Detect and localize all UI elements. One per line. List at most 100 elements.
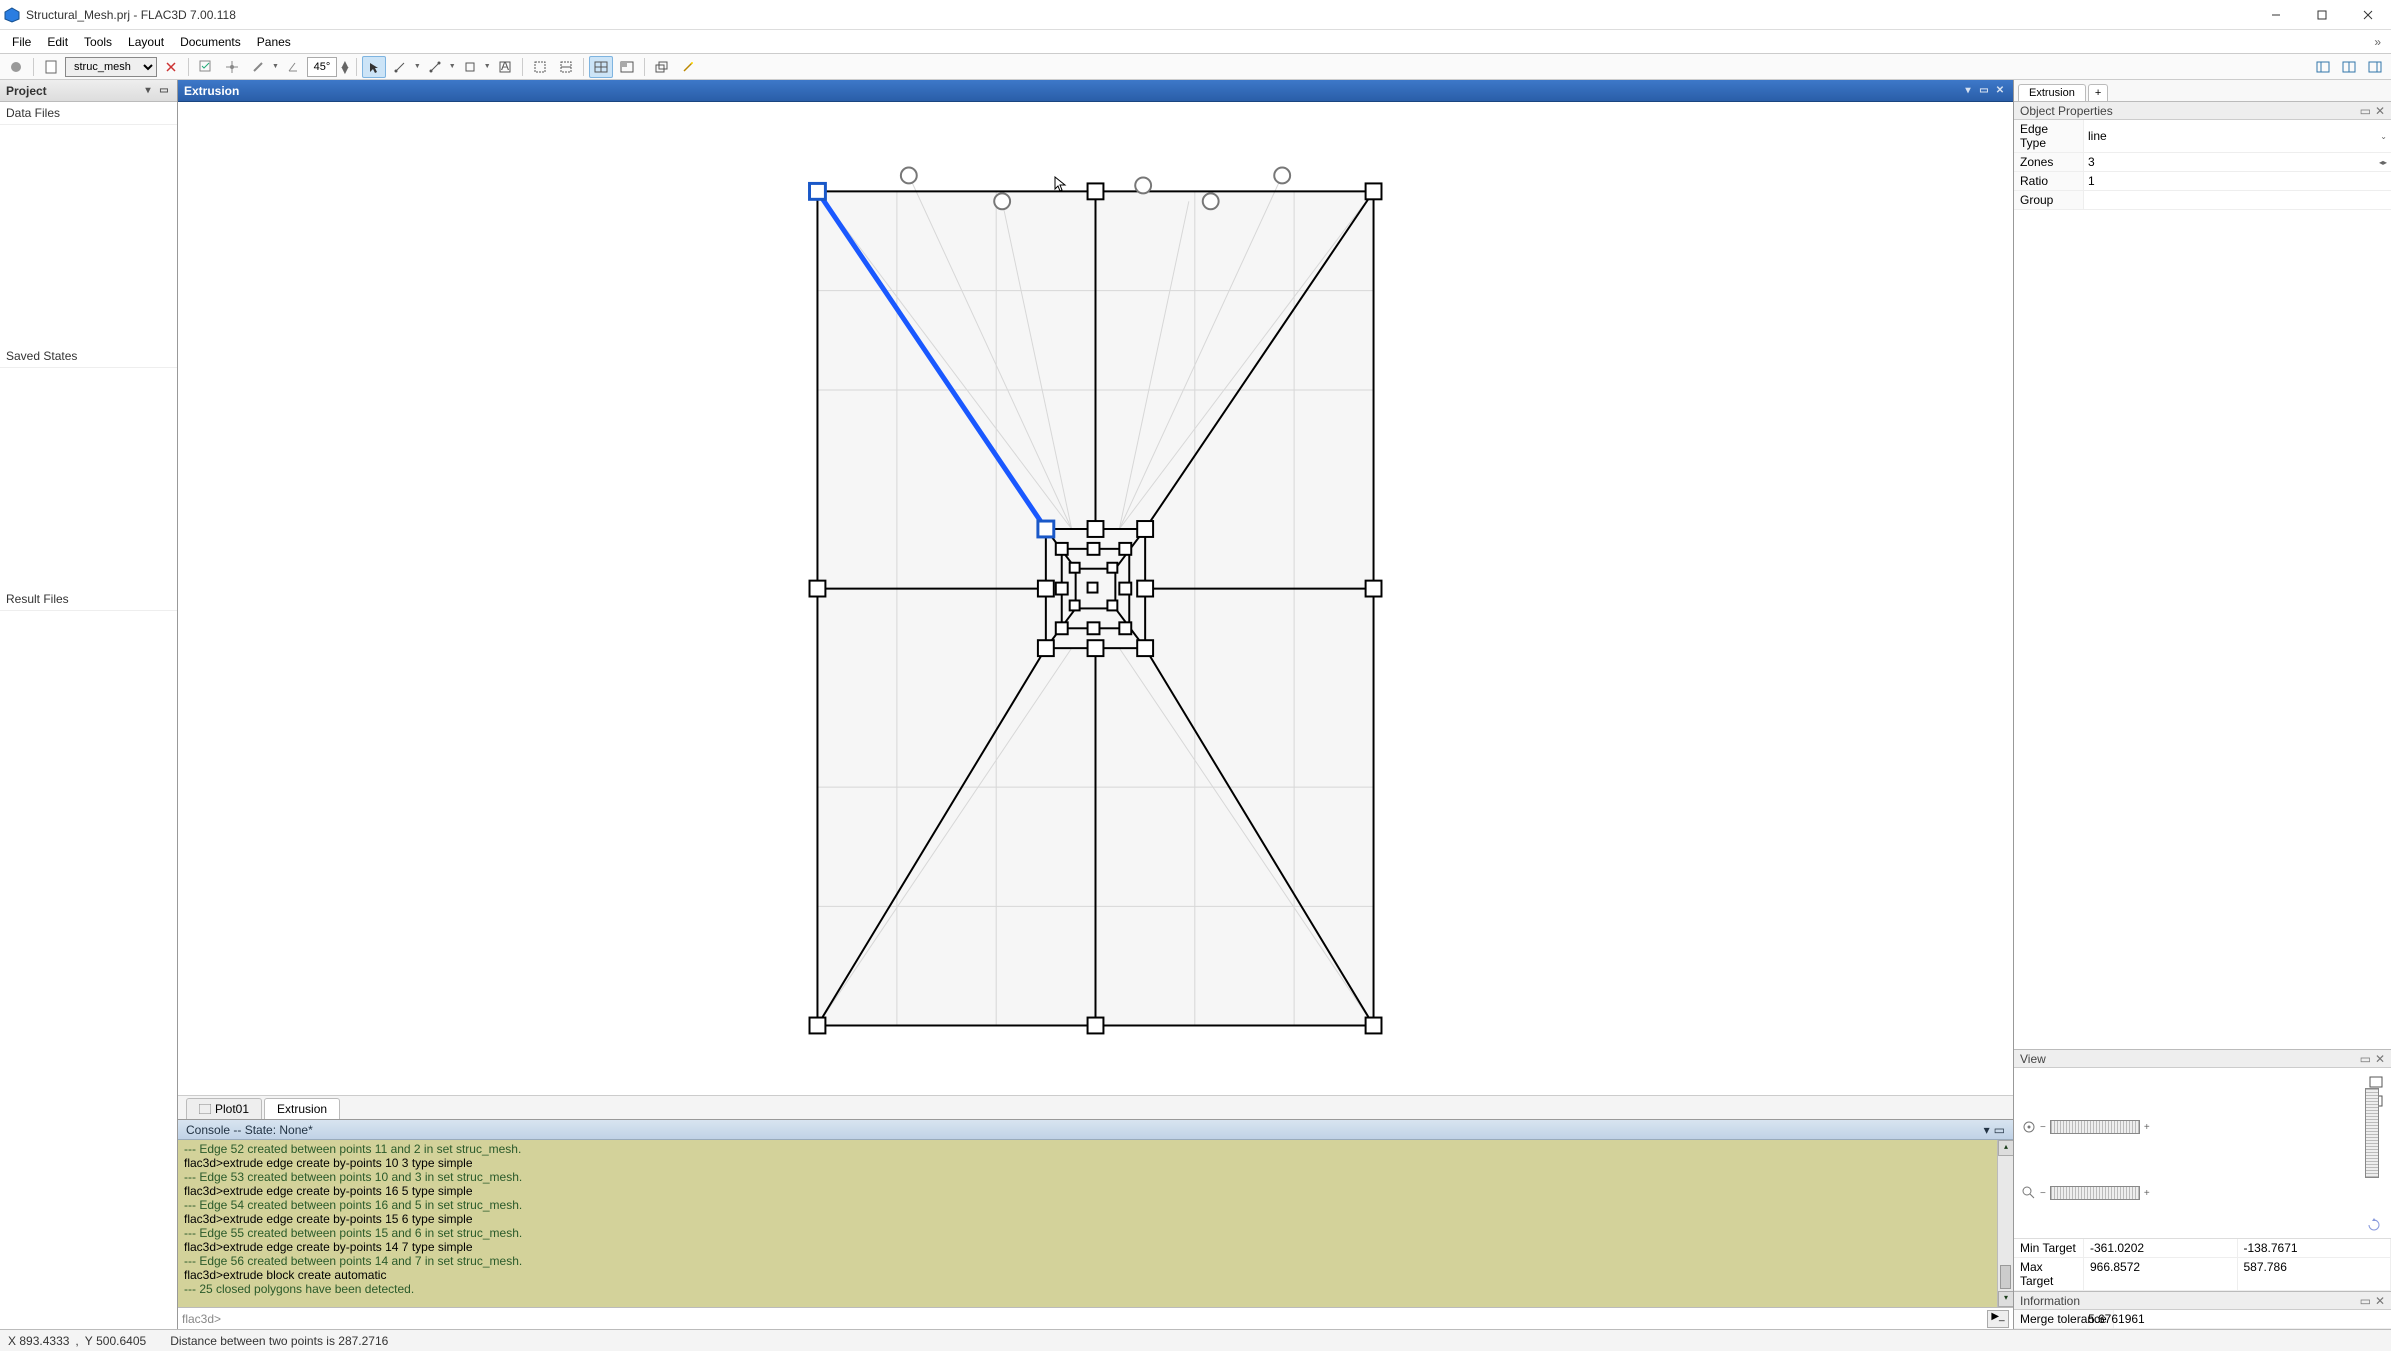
view-header: Extrusion ▾ ▭ ✕ [178,80,2013,102]
pan-icon[interactable] [2022,1120,2036,1134]
x-icon [166,62,176,72]
rotate-icon[interactable] [2367,1218,2381,1232]
close-button[interactable] [2345,0,2391,30]
extrusion-canvas[interactable] [178,102,2013,1095]
close-icon [2363,10,2373,20]
right-tab-add[interactable]: + [2088,84,2108,101]
section-result-files[interactable]: Result Files [0,588,177,611]
console-input[interactable] [225,1312,1983,1326]
prop-zones-value[interactable]: 3◂▸ [2084,153,2391,172]
tab-extrusion[interactable]: Extrusion [264,1098,340,1119]
snap-angle-input[interactable] [307,57,337,77]
block-tool[interactable] [458,56,482,78]
max-target-label: Max Target [2014,1258,2084,1291]
auto-zone-button[interactable] [676,56,700,78]
min-target-y[interactable]: -138.7671 [2238,1239,2391,1258]
info-min-icon[interactable]: ▭ [2360,1294,2371,1308]
set-select[interactable]: struc_mesh [65,57,157,77]
validate-button[interactable] [194,56,218,78]
panel-min-icon[interactable]: ▭ [157,84,171,98]
fit-view-icon[interactable] [2369,1076,2383,1088]
max-target-x[interactable]: 966.8572 [2084,1258,2238,1291]
show-zones-button[interactable] [615,56,639,78]
pan-slider[interactable] [2050,1120,2140,1134]
plot-icon [199,1104,211,1114]
prop-group-value[interactable] [2084,191,2391,210]
snap-edge-button[interactable] [246,56,270,78]
menu-overflow-icon[interactable]: » [2368,35,2387,49]
prop-ratio-label: Ratio [2014,172,2084,191]
new-set-button[interactable] [39,56,63,78]
mesh-icon [594,61,608,73]
menu-documents[interactable]: Documents [172,33,249,51]
block-icon [464,61,476,73]
console-menu-icon[interactable]: ▾ [1984,1123,1990,1137]
delete-set-button[interactable] [159,56,183,78]
view-close-icon[interactable]: ✕ [1993,84,2007,98]
right-tab-extrusion[interactable]: Extrusion [2018,84,2086,101]
layout-b-button[interactable] [2337,56,2361,78]
view-title: Extrusion [184,84,239,98]
select-crossing-button[interactable] [554,56,578,78]
edge-icon [429,61,441,73]
scroll-down-icon[interactable]: ▾ [1998,1291,2013,1307]
min-target-x[interactable]: -361.0202 [2084,1239,2238,1258]
vertical-slider[interactable] [2365,1088,2379,1178]
view-close-icon[interactable]: ✕ [2375,1052,2385,1066]
text-tool[interactable]: A [493,56,517,78]
scroll-thumb[interactable] [2000,1265,2011,1289]
props-min-icon[interactable]: ▭ [2360,104,2371,118]
section-data-files[interactable]: Data Files [0,102,177,125]
view-menu-icon[interactable]: ▾ [1961,84,1975,98]
text-icon: A [499,61,511,73]
extrude-view-button[interactable] [650,56,674,78]
max-target-y[interactable]: 587.786 [2238,1258,2391,1291]
layout-a-button[interactable] [2311,56,2335,78]
prop-ratio-value[interactable]: 1 [2084,172,2391,191]
menu-edit[interactable]: Edit [39,33,76,51]
view-min-icon[interactable]: ▭ [2360,1052,2371,1066]
stop-button[interactable] [4,56,28,78]
app-icon [4,7,20,23]
tab-plot01[interactable]: Plot01 [186,1098,262,1119]
menu-layout[interactable]: Layout [120,33,172,51]
chevron-down-icon[interactable]: ⌄ [2380,132,2387,141]
panel-menu-icon[interactable]: ▾ [141,84,155,98]
info-close-icon[interactable]: ✕ [2375,1294,2385,1308]
section-saved-states[interactable]: Saved States [0,345,177,368]
maximize-button[interactable] [2299,0,2345,30]
snap-angle-button[interactable] [281,56,305,78]
minimize-button[interactable] [2253,0,2299,30]
snap-point-button[interactable] [220,56,244,78]
angle-icon [287,61,299,73]
edge-tool[interactable] [423,56,447,78]
layout-c-button[interactable] [2363,56,2387,78]
console-line: --- Edge 56 created between points 14 an… [184,1254,2007,1268]
menu-panes[interactable]: Panes [249,33,299,51]
show-mesh-button[interactable] [589,56,613,78]
console-output[interactable]: --- Edge 52 created between points 11 an… [178,1140,2013,1307]
zoom-slider[interactable] [2050,1186,2140,1200]
merge-tol-value[interactable]: 5.6761961 [2084,1310,2391,1329]
status-x-label: X [8,1334,16,1348]
point-tool[interactable] [388,56,412,78]
prop-edge-type-value[interactable]: line⌄ [2084,120,2391,153]
window-title: Structural_Mesh.prj - FLAC3D 7.00.118 [26,8,2253,22]
console-line: --- Edge 54 created between points 16 an… [184,1198,2007,1212]
console-min-icon[interactable]: ▭ [1994,1123,2005,1137]
view-restore-icon[interactable]: ▭ [1977,84,1991,98]
page-icon [45,60,57,74]
zoom-icon[interactable] [2022,1186,2036,1200]
view-subheader: View ▭✕ [2014,1050,2391,1068]
console-scrollbar[interactable]: ▴ ▾ [1997,1140,2013,1307]
console-run-button[interactable]: ▶_ [1987,1310,2009,1328]
menu-file[interactable]: File [4,33,39,51]
angle-spinner[interactable]: ▲▼ [339,57,351,77]
props-close-icon[interactable]: ✕ [2375,104,2385,118]
menu-tools[interactable]: Tools [76,33,120,51]
scroll-up-icon[interactable]: ▴ [1998,1140,2013,1156]
select-tool[interactable] [362,56,386,78]
project-panel-header: Project ▾ ▭ [0,80,177,102]
spinner-icon[interactable]: ◂▸ [2379,158,2387,167]
select-bounding-button[interactable] [528,56,552,78]
